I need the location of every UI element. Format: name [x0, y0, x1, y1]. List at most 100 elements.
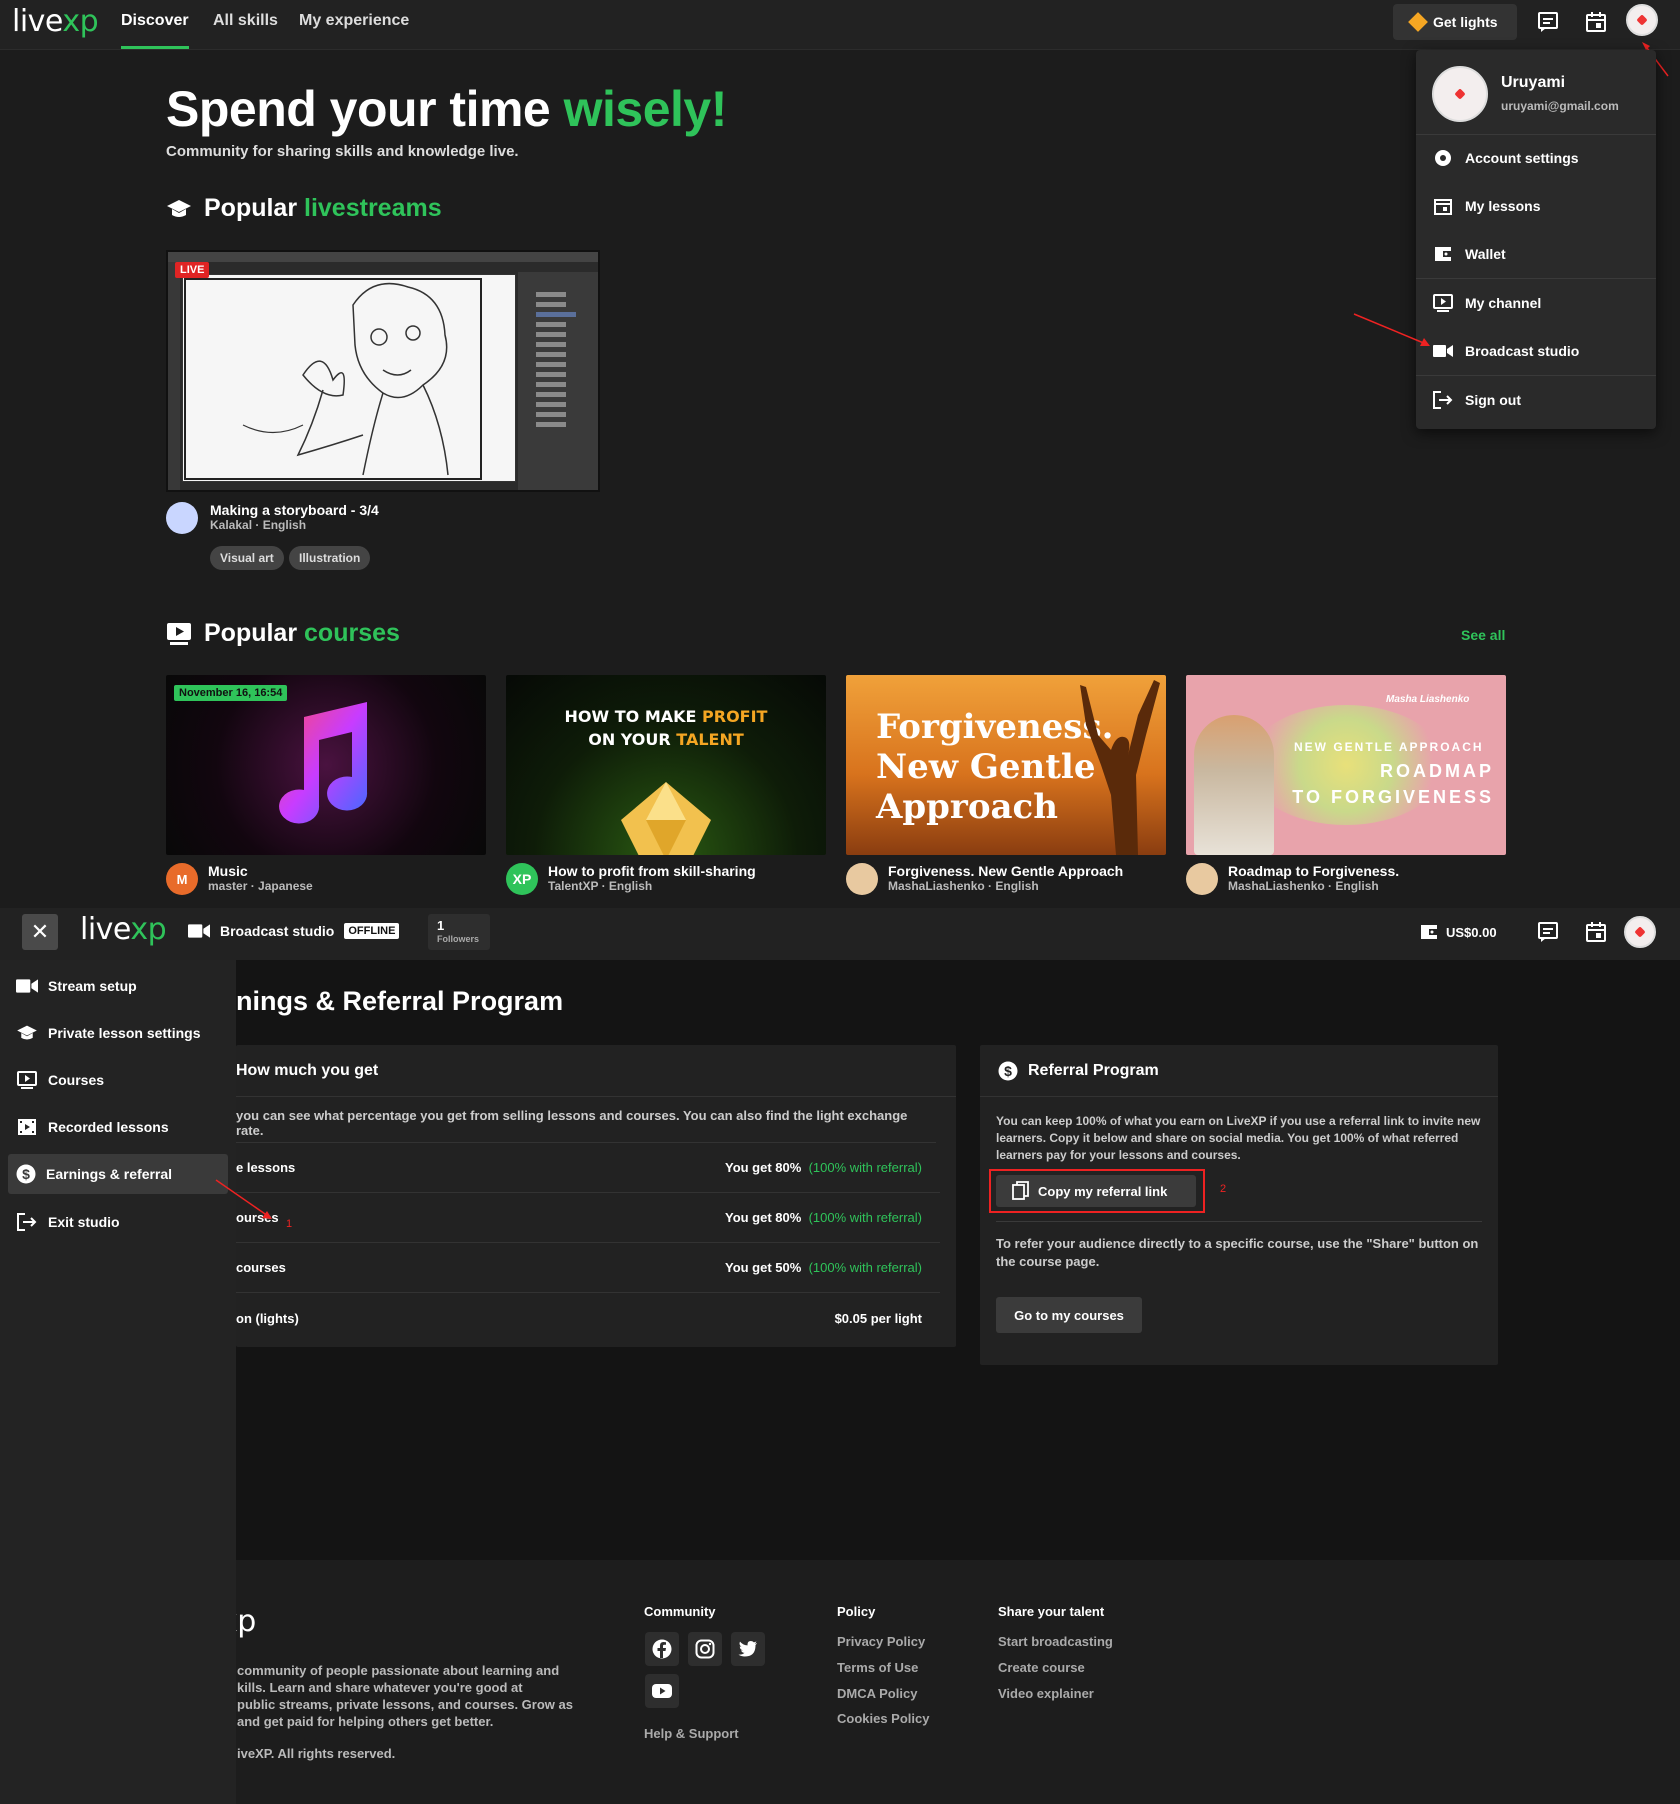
course-thumbnail-roadmap[interactable]: Masha Liashenko NEW GENTLE APPROACH ROAD… [1186, 675, 1506, 855]
wallet-icon [1433, 244, 1453, 264]
course-thumbnail-music[interactable]: November 16, 16:54 [166, 675, 486, 855]
rate-bonus: (100% with referral) [808, 1210, 922, 1225]
user-avatar[interactable] [1624, 916, 1656, 948]
dropdown-avatar [1432, 66, 1488, 122]
layer-row [536, 332, 566, 337]
layer-row [536, 392, 566, 397]
footer-about-line: public streams, private lessons, and cou… [237, 1697, 573, 1712]
menu-wallet[interactable]: Wallet [1416, 232, 1656, 276]
course-title[interactable]: Music [208, 863, 313, 879]
menu-label: My lessons [1465, 198, 1541, 214]
studio-navbar: ✕ livexp Broadcast studio OFFLINE 1 Foll… [0, 908, 1680, 960]
followers-count: 1 [437, 918, 445, 933]
followers-counter: 1 Followers [428, 914, 490, 950]
course-thumbnail-profit[interactable]: HOW TO MAKE PROFIT ON YOUR TALENT [506, 675, 826, 855]
annotation-1: 1 [286, 1218, 293, 1230]
course-author-avatar[interactable]: M [166, 863, 198, 895]
livestream-title[interactable]: Making a storyboard - 3/4 [210, 502, 379, 518]
course-title[interactable]: Roadmap to Forgiveness. [1228, 863, 1399, 879]
footer-cookies-policy[interactable]: Cookies Policy [837, 1711, 929, 1726]
close-icon[interactable]: ✕ [22, 914, 58, 950]
user-avatar[interactable] [1626, 4, 1658, 36]
thumb-line1a: HOW TO MAKE [564, 707, 703, 726]
instagram-icon[interactable] [688, 1632, 722, 1666]
tag-illustration[interactable]: Illustration [289, 546, 371, 570]
layer-row [536, 362, 566, 367]
layer-row [536, 342, 566, 347]
discover-screen: livexp Discover All skills My experience… [0, 0, 1680, 908]
divider [996, 1221, 1482, 1222]
livestreams-heading-accent: livestreams [304, 194, 442, 222]
layer-row [536, 292, 566, 297]
see-all-link[interactable]: See all [1461, 627, 1505, 643]
rate-value: $0.05 per light [834, 1310, 922, 1326]
layer-row [536, 402, 566, 407]
hero-title-main: Spend your time [166, 81, 564, 137]
course-title[interactable]: How to profit from skill-sharing [548, 863, 756, 879]
sidebar-item-recorded-lessons[interactable]: Recorded lessons [8, 1107, 228, 1147]
nav-all-skills[interactable]: All skills [213, 12, 278, 30]
calendar-icon[interactable] [1582, 8, 1610, 36]
youtube-icon[interactable] [645, 1674, 679, 1708]
livestream-meta-text: Kalakal · English [210, 518, 307, 532]
sidebar-item-courses[interactable]: Courses [8, 1060, 228, 1100]
rate-label: e lessons [236, 1160, 296, 1175]
rate-label: courses [236, 1260, 286, 1275]
course-author-avatar[interactable] [846, 863, 878, 895]
course-thumb-text: HOW TO MAKE PROFIT ON YOUR TALENT [506, 705, 826, 751]
nav-discover[interactable]: Discover [121, 12, 189, 30]
menu-sign-out[interactable]: Sign out [1416, 378, 1656, 422]
copy-icon [1012, 1181, 1029, 1200]
sidebar-item-private-lesson-settings[interactable]: Private lesson settings [8, 1013, 228, 1053]
footer-start-broadcasting[interactable]: Start broadcasting [998, 1634, 1113, 1649]
footer-privacy-policy[interactable]: Privacy Policy [837, 1634, 925, 1649]
menu-broadcast-studio[interactable]: Broadcast studio [1416, 329, 1656, 373]
course-meta-text: MashaLiashenko · English [888, 879, 1039, 893]
course-author-avatar[interactable]: XP [506, 863, 538, 895]
tag-visual-art[interactable]: Visual art [210, 546, 284, 570]
copy-referral-link-button[interactable]: Copy my referral link [996, 1175, 1196, 1207]
studio-title-group: Broadcast studio OFFLINE [188, 923, 400, 939]
page-title: nings & Referral Program [236, 986, 564, 1016]
footer-dmca-policy[interactable]: DMCA Policy [837, 1686, 917, 1701]
footer-copyright: iveXP. All rights reserved. [237, 1746, 396, 1761]
course-author-avatar[interactable] [1186, 863, 1218, 895]
layer-row [536, 382, 566, 387]
thumb-line1b: PROFIT [702, 707, 768, 726]
footer-video-explainer[interactable]: Video explainer [998, 1686, 1094, 1701]
footer-help-support[interactable]: Help & Support [644, 1726, 739, 1741]
sidebar-item-exit-studio[interactable]: Exit studio [8, 1202, 228, 1242]
get-lights-button[interactable]: Get lights [1393, 4, 1517, 40]
twitter-icon[interactable] [731, 1632, 765, 1666]
streamer-avatar[interactable] [166, 502, 198, 534]
course-thumbnail-forgiveness[interactable]: Forgiveness. New Gentle Approach [846, 675, 1166, 855]
rate-bonus: (100% with referral) [808, 1160, 922, 1175]
menu-account-settings[interactable]: Account settings [1416, 136, 1656, 180]
footer-create-course[interactable]: Create course [998, 1660, 1085, 1675]
wallet-balance[interactable]: US$0.00 [1420, 923, 1497, 941]
facebook-icon[interactable] [645, 1632, 679, 1666]
menu-my-lessons[interactable]: My lessons [1416, 184, 1656, 228]
footer-community-heading: Community [644, 1604, 716, 1619]
go-to-my-courses-button[interactable]: Go to my courses [996, 1297, 1142, 1333]
silhouette-woman-icon [1080, 680, 1160, 855]
sketch-drawing [184, 278, 482, 480]
footer-terms-of-use[interactable]: Terms of Use [837, 1660, 918, 1675]
thumb-line1: NEW GENTLE APPROACH [1294, 740, 1484, 754]
sidebar-item-label: Courses [48, 1072, 105, 1088]
livexp-logo[interactable]: livexp [12, 4, 99, 39]
sidebar-item-earnings-referral[interactable]: $ Earnings & referral [8, 1154, 228, 1194]
balance-amount: US$0.00 [1446, 924, 1497, 940]
livestream-thumbnail[interactable]: LIVE [166, 250, 600, 492]
nav-my-experience[interactable]: My experience [299, 12, 409, 30]
divider [1416, 134, 1656, 135]
menu-my-channel[interactable]: My channel [1416, 281, 1656, 325]
dropdown-user-name: Uruyami [1501, 74, 1566, 91]
messages-icon[interactable] [1534, 918, 1562, 946]
messages-icon[interactable] [1534, 8, 1562, 36]
calendar-icon[interactable] [1582, 918, 1610, 946]
livexp-logo[interactable]: livexp [80, 912, 167, 947]
layer-row [536, 372, 566, 377]
sidebar-item-stream-setup[interactable]: Stream setup [8, 966, 228, 1006]
course-title[interactable]: Forgiveness. New Gentle Approach [888, 863, 1123, 879]
